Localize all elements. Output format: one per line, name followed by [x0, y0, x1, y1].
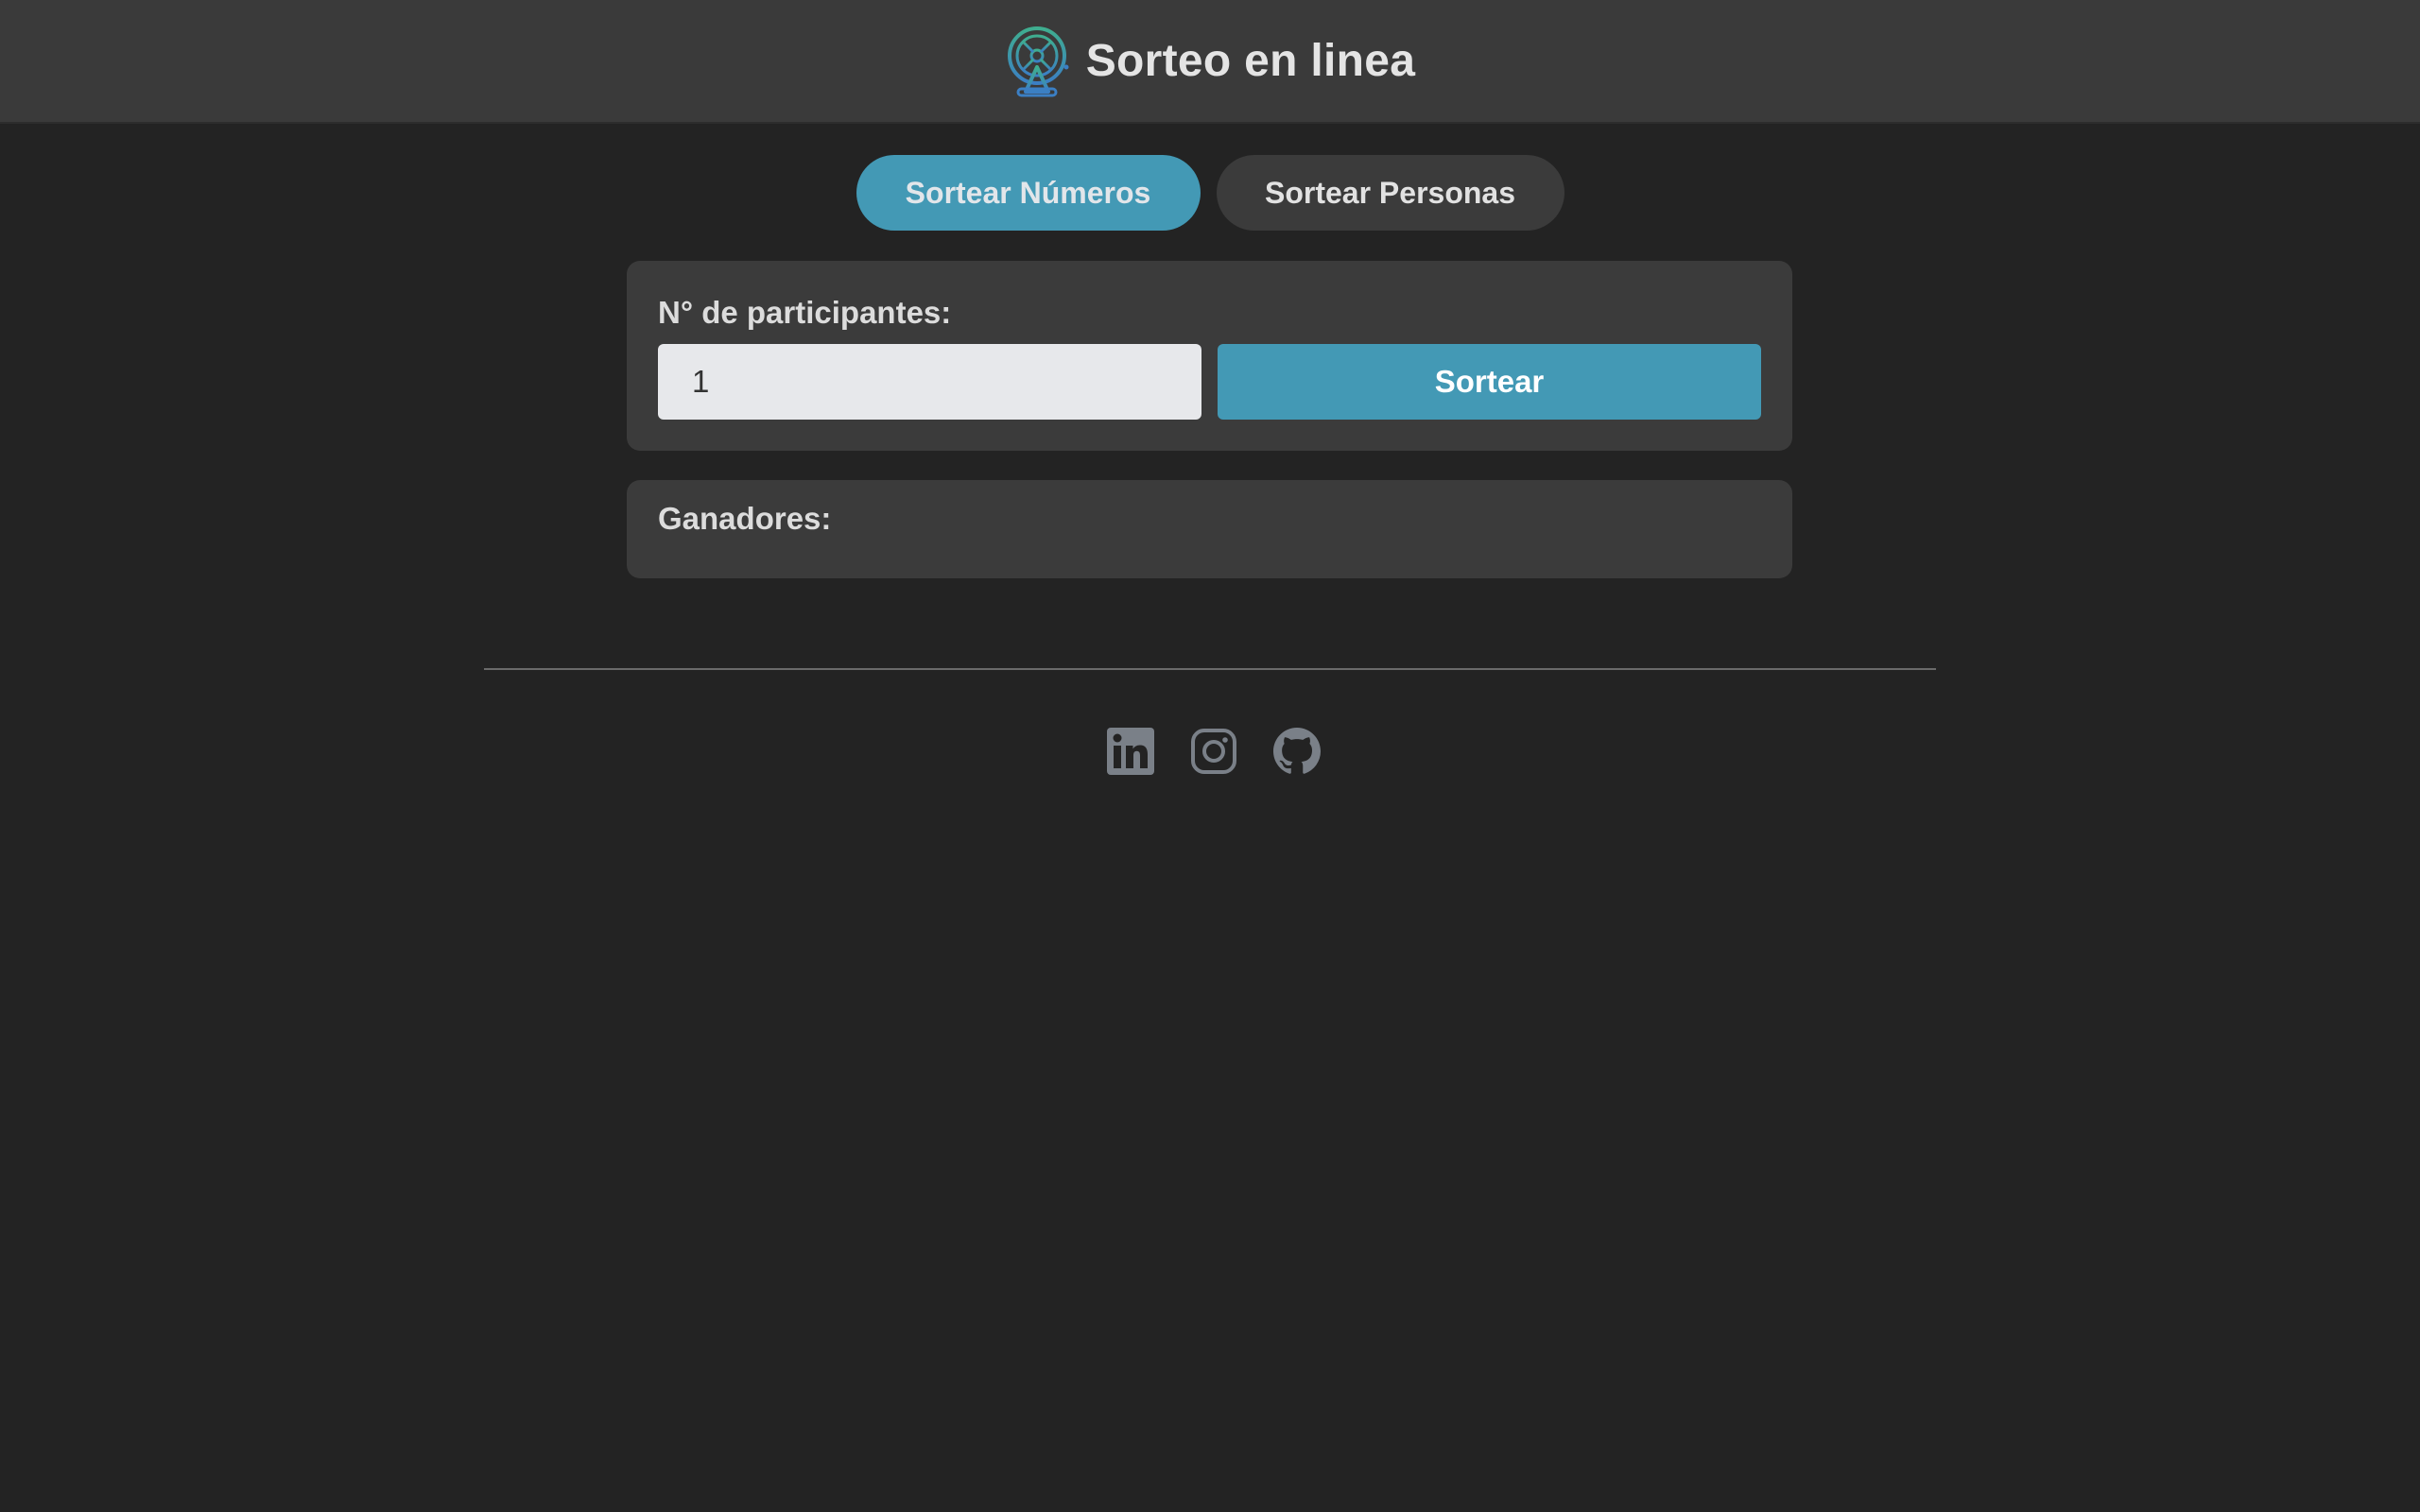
- draw-form-card: N° de participantes: Sortear: [627, 261, 1792, 451]
- footer-divider: [484, 668, 1936, 670]
- participants-label: N° de participantes:: [658, 295, 952, 330]
- winners-label: Ganadores:: [658, 501, 832, 536]
- brand: Sorteo en linea: [1005, 26, 1416, 97]
- tab-sortear-personas[interactable]: Sortear Personas: [1216, 155, 1564, 231]
- linkedin-link[interactable]: [1106, 728, 1154, 775]
- github-icon: [1272, 728, 1321, 774]
- mode-tabs: Sortear Números Sortear Personas: [0, 155, 2420, 231]
- participants-input[interactable]: [658, 344, 1201, 420]
- instagram-icon: [1190, 729, 1236, 774]
- github-link[interactable]: [1272, 728, 1321, 775]
- winners-card: Ganadores:: [627, 480, 1792, 578]
- tab-sortear-numeros[interactable]: Sortear Números: [856, 155, 1201, 231]
- social-links: [0, 728, 2420, 775]
- raffle-drum-icon: [1007, 26, 1069, 96]
- draw-button[interactable]: Sortear: [1218, 344, 1761, 420]
- app-header: Sorteo en linea: [0, 0, 2420, 124]
- page-title: Sorteo en linea: [1085, 36, 1416, 86]
- linkedin-icon: [1106, 728, 1154, 775]
- instagram-link[interactable]: [1190, 728, 1237, 775]
